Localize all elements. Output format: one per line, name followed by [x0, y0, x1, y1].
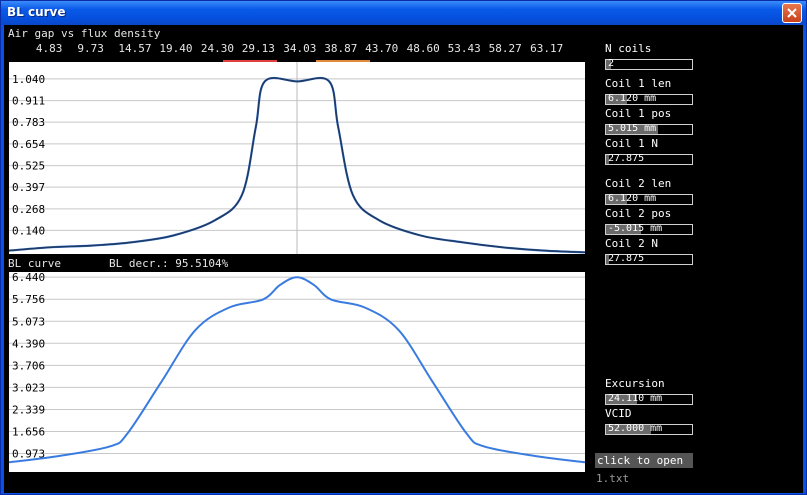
coil1-pos-value: 5.015 mm	[608, 123, 657, 134]
y-tick-label: 5.756	[12, 293, 45, 306]
coil2-n-label: Coil 2 N	[605, 237, 658, 250]
bottom-chart-title: BL curve	[8, 257, 61, 270]
x-tick-label: 19.40	[159, 42, 193, 55]
y-tick-label: 3.023	[12, 381, 45, 394]
coil1-len-label: Coil 1 len	[605, 77, 672, 90]
x-tick-label: 29.13	[241, 42, 275, 55]
y-tick-label: 0.525	[12, 160, 45, 173]
x-tick-label: 53.43	[447, 42, 481, 55]
vcid-value: 52.000 mm	[608, 423, 663, 434]
y-tick-label: 0.140	[12, 224, 45, 237]
y-tick-label: 0.783	[12, 116, 45, 129]
n-coils-field[interactable]: 2	[605, 58, 693, 70]
x-tick-label: 9.73	[77, 42, 104, 55]
excursion-label: Excursion	[605, 377, 665, 390]
y-tick-label: 1.040	[12, 73, 45, 86]
n-coils-label: N coils	[605, 42, 652, 55]
y-tick-label: 4.390	[12, 337, 45, 350]
top-chart-title: Air gap vs flux density	[8, 27, 161, 40]
y-tick-label: 0.397	[12, 181, 45, 194]
vcid-label: VCID	[605, 407, 632, 420]
x-tick-label: 58.27	[488, 42, 522, 55]
y-tick-label: 1.656	[12, 425, 45, 438]
y-tick-label: 0.911	[12, 95, 45, 108]
bl-curve-plot: 6.440 5.756 5.073 4.390 3.706 3.023 2.339 1.656…	[8, 271, 586, 472]
coil1-pos-label: Coil 1 pos	[605, 107, 672, 120]
coil2-n-value: 27.875	[608, 253, 645, 264]
x-tick-label: 34.03	[283, 42, 317, 55]
coil2-n-field[interactable]: 27.875	[605, 253, 693, 265]
coil1-n-label: Coil 1 N	[605, 137, 658, 150]
close-icon	[787, 8, 797, 18]
x-tick-label: 43.70	[365, 42, 399, 55]
bl-curve-window: BL curve Air gap vs flux density 4.83 9.7…	[0, 0, 807, 495]
bl-decrease-readout: BL decr.: 95.5104%	[109, 257, 229, 270]
y-tick-label: 6.440	[12, 272, 45, 284]
client-area: Air gap vs flux density 4.83 9.73 14.57 19.…	[4, 25, 803, 493]
x-tick-label: 14.57	[118, 42, 152, 55]
title-bar[interactable]: BL curve	[1, 1, 806, 25]
flux-density-chart: 1.040 0.911 0.783 0.654 0.525 0.397 0.268 0.140	[8, 62, 586, 254]
excursion-value: 24.110 mm	[608, 393, 663, 404]
x-tick-label: 38.87	[324, 42, 358, 55]
series-line	[8, 276, 586, 464]
coil2-len-field[interactable]: 6.120 mm	[605, 193, 693, 205]
coil2-pos-label: Coil 2 pos	[605, 207, 672, 220]
top-chart-x-axis: 4.83 9.73 14.57 19.40 24.30 29.13 34.03 38.87 43…	[9, 42, 585, 62]
window-title: BL curve	[7, 5, 66, 19]
y-tick-label: 0.268	[12, 203, 45, 216]
n-coils-value: 2	[608, 58, 615, 69]
bl-curve-chart: 6.440 5.756 5.073 4.390 3.706 3.023 2.339 1.656…	[8, 271, 586, 464]
coil1-n-field[interactable]: 27.875	[605, 153, 693, 165]
vcid-field[interactable]: 52.000 mm	[605, 423, 693, 435]
y-tick-label: 5.073	[12, 315, 45, 328]
coil2-pos-field[interactable]: -5.015 mm	[605, 223, 693, 235]
x-tick-label: 48.60	[406, 42, 440, 55]
y-tick-label: 3.706	[12, 359, 45, 372]
x-tick-label: 63.17	[530, 42, 564, 55]
coil1-len-field[interactable]: 6.120 mm	[605, 93, 693, 105]
coil1-pos-field[interactable]: 5.015 mm	[605, 123, 693, 135]
coil1-len-value: 6.120 mm	[608, 93, 657, 104]
flux-density-plot: 1.040 0.911 0.783 0.654 0.525 0.397 0.268 0.140	[8, 62, 586, 254]
y-tick-label: 0.654	[12, 138, 45, 151]
excursion-field[interactable]: 24.110 mm	[605, 393, 693, 405]
x-tick-label: 24.30	[200, 42, 234, 55]
x-tick-label: 4.83	[35, 42, 63, 55]
coil1-n-value: 27.875	[608, 153, 645, 164]
coil2-pos-value: -5.015 mm	[608, 223, 663, 234]
coil2-len-value: 6.120 mm	[608, 193, 657, 204]
close-button[interactable]	[782, 3, 802, 23]
loaded-file-name: 1.txt	[596, 472, 630, 485]
coil2-len-label: Coil 2 len	[605, 177, 672, 190]
y-tick-label: 2.339	[12, 403, 45, 416]
open-file-button[interactable]: click to open	[595, 453, 693, 468]
